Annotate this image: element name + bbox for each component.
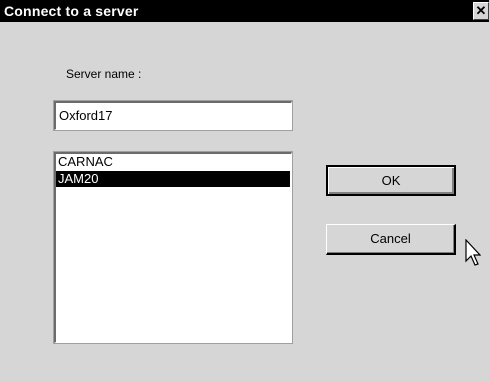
server-name-label: Server name : — [66, 67, 142, 81]
title-bar[interactable]: Connect to a server ✕ — [0, 0, 489, 22]
server-name-value: Oxford17 — [59, 108, 113, 123]
ok-button[interactable]: OK — [326, 165, 456, 196]
mouse-pointer-icon — [465, 239, 481, 266]
list-item-label: JAM20 — [58, 171, 99, 186]
close-icon: ✕ — [475, 3, 487, 18]
list-item[interactable]: CARNAC — [56, 154, 290, 170]
server-name-input[interactable]: Oxford17 — [53, 100, 293, 131]
server-list[interactable]: CARNAC JAM20 — [53, 151, 293, 344]
list-item-selected[interactable]: JAM20 — [56, 171, 290, 187]
cancel-button-label: Cancel — [370, 231, 411, 246]
list-item-label: CARNAC — [58, 154, 113, 169]
connect-dialog: Connect to a server ✕ Server name : Oxfo… — [0, 0, 489, 381]
dialog-title: Connect to a server — [4, 3, 139, 19]
ok-button-label: OK — [381, 173, 401, 188]
cancel-button[interactable]: Cancel — [326, 224, 456, 255]
close-button[interactable]: ✕ — [473, 2, 489, 20]
